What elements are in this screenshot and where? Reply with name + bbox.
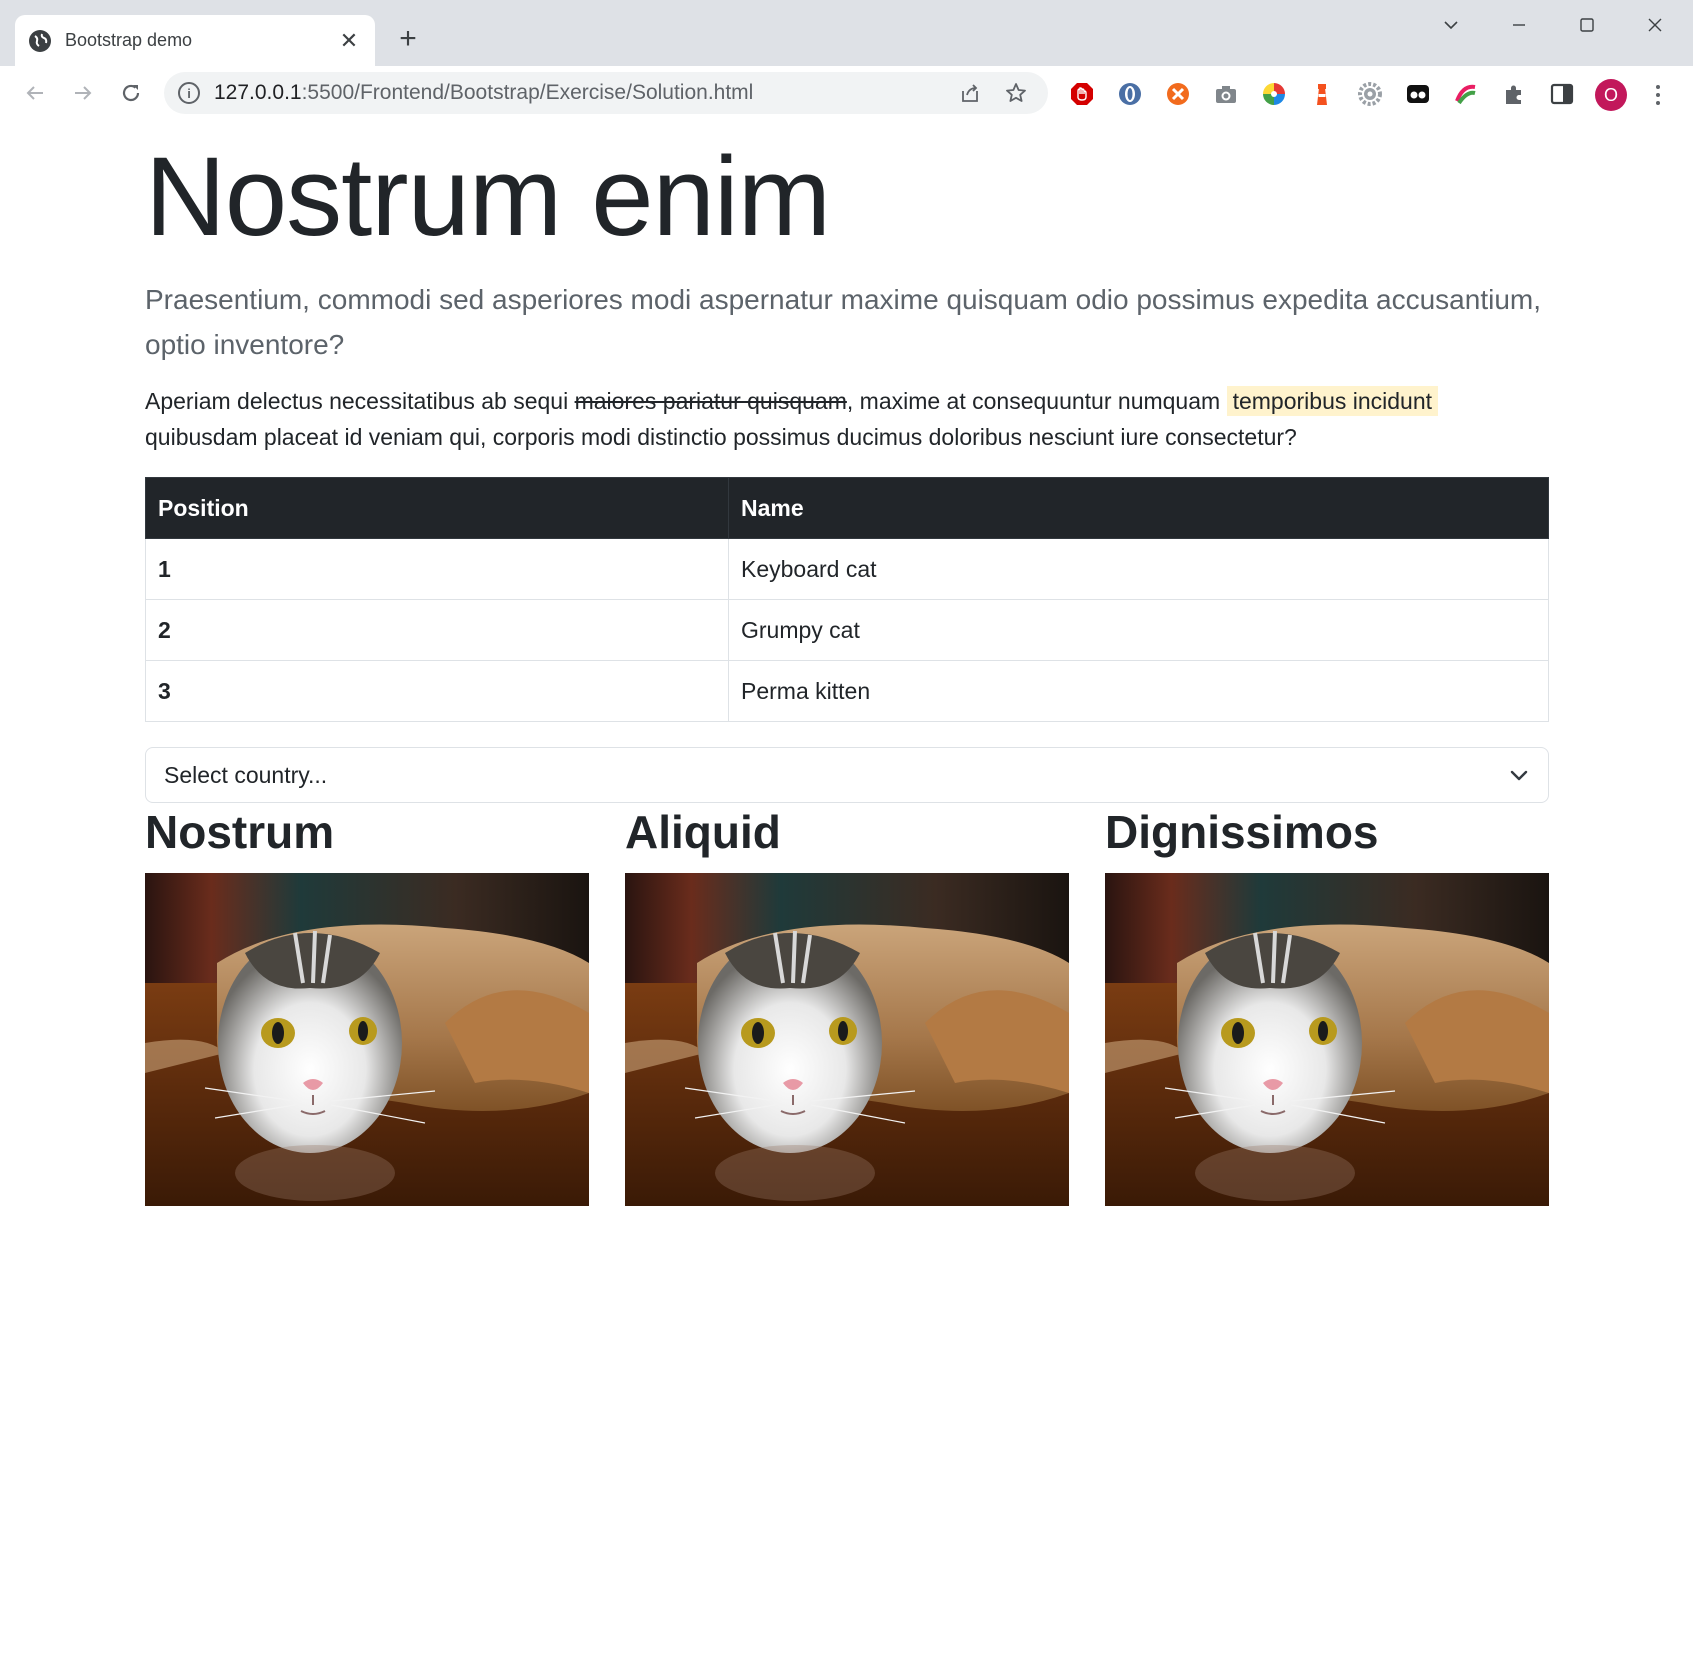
forward-arrow-icon[interactable] bbox=[66, 76, 100, 110]
cat-in-paper-roll-image bbox=[625, 873, 1069, 1207]
tab-search-chevron-icon[interactable] bbox=[1428, 8, 1474, 42]
back-arrow-icon[interactable] bbox=[18, 76, 52, 110]
color-picker-icon[interactable] bbox=[1261, 81, 1287, 107]
close-window-icon[interactable] bbox=[1632, 8, 1678, 42]
paragraph-text-middle: , maxime at consequuntur numquam bbox=[846, 387, 1227, 414]
card-title: Nostrum bbox=[145, 806, 335, 859]
column-header-name: Name bbox=[728, 477, 1549, 540]
tab-bootstrap-demo[interactable]: Bootstrap demo ✕ bbox=[15, 15, 375, 66]
gear-extension-icon[interactable] bbox=[1357, 81, 1383, 107]
address-bar[interactable]: i 127.0.0.1:5500/Frontend/Bootstrap/Exer… bbox=[164, 72, 1048, 114]
column-header-position: Position bbox=[145, 477, 729, 540]
tab-title: Bootstrap demo bbox=[65, 30, 193, 50]
globe-icon bbox=[29, 29, 51, 52]
extensions-puzzle-icon[interactable] bbox=[1501, 81, 1527, 107]
url-path: :5500/Frontend/Bootstrap/Exercise/Soluti… bbox=[301, 81, 754, 104]
site-info-icon[interactable]: i bbox=[178, 82, 200, 104]
new-tab-button[interactable]: + bbox=[393, 22, 423, 55]
tab-strip: Bootstrap demo ✕ + bbox=[0, 0, 1693, 66]
table-row: 1 Keyboard cat bbox=[145, 538, 1549, 601]
card-dignissimos: Dignissimos bbox=[1105, 805, 1549, 1207]
cat-in-paper-roll-image bbox=[1105, 873, 1549, 1207]
table-row: 2 Grumpy cat bbox=[145, 599, 1549, 662]
strikethrough-text: maiores pariatur quisquam bbox=[574, 387, 847, 414]
page-viewport: Nostrum enim Praesentium, commodi sed as… bbox=[0, 121, 1693, 1680]
url-text: 127.0.0.1:5500/Frontend/Bootstrap/Exerci… bbox=[214, 81, 942, 105]
country-select-value: Select country... bbox=[164, 761, 328, 788]
highlighted-text: temporibus incidunt bbox=[1226, 385, 1439, 416]
minimize-icon[interactable] bbox=[1496, 8, 1542, 42]
browser-menu-icon[interactable] bbox=[1646, 79, 1670, 111]
browser-chrome: Bootstrap demo ✕ + i 127.0.0.1:5500/Fron bbox=[0, 0, 1693, 121]
cat-in-paper-roll-image bbox=[145, 873, 589, 1207]
table-header-row: Position Name bbox=[145, 477, 1549, 540]
opera-extension-icon[interactable] bbox=[1117, 81, 1143, 107]
bookmark-star-icon[interactable] bbox=[998, 75, 1034, 111]
page-container: Nostrum enim Praesentium, commodi sed as… bbox=[145, 121, 1549, 1207]
page-title: Nostrum enim bbox=[145, 134, 831, 259]
colorful-extension-icon[interactable] bbox=[1453, 81, 1479, 107]
lighthouse-icon[interactable] bbox=[1309, 81, 1335, 107]
paragraph-text-end: quibusdam placeat id veniam qui, corpori… bbox=[145, 423, 1297, 450]
side-panel-icon[interactable] bbox=[1549, 81, 1575, 107]
card-title: Dignissimos bbox=[1105, 806, 1379, 859]
profile-avatar[interactable]: O bbox=[1595, 79, 1627, 111]
cell-name: Grumpy cat bbox=[728, 599, 1549, 662]
share-icon[interactable] bbox=[952, 75, 988, 111]
camera-icon[interactable] bbox=[1213, 81, 1239, 107]
orange-extension-icon[interactable] bbox=[1165, 81, 1191, 107]
paragraph-text-start: Aperiam delectus necessitatibus ab sequi bbox=[145, 387, 575, 414]
reload-icon[interactable] bbox=[114, 76, 148, 110]
cell-name: Keyboard cat bbox=[728, 538, 1549, 601]
chevron-down-icon bbox=[1510, 771, 1528, 781]
maximize-icon[interactable] bbox=[1564, 8, 1610, 42]
browser-toolbar: i 127.0.0.1:5500/Frontend/Bootstrap/Exer… bbox=[0, 66, 1693, 121]
body-paragraph: Aperiam delectus necessitatibus ab sequi… bbox=[145, 384, 1549, 455]
table-row: 3 Perma kitten bbox=[145, 660, 1549, 723]
adblock-extension-icon[interactable] bbox=[1069, 81, 1095, 107]
url-host: 127.0.0.1 bbox=[214, 81, 302, 104]
cell-position: 1 bbox=[145, 538, 729, 601]
card-nostrum: Nostrum bbox=[145, 805, 589, 1207]
tabs-extension-icon[interactable] bbox=[1405, 81, 1431, 107]
card-title: Aliquid bbox=[625, 806, 781, 859]
cell-name: Perma kitten bbox=[728, 660, 1549, 723]
cell-position: 2 bbox=[145, 599, 729, 662]
cell-position: 3 bbox=[145, 660, 729, 723]
card-aliquid: Aliquid bbox=[625, 805, 1069, 1207]
card-row: Nostrum Aliquid Dignissimos bbox=[145, 805, 1549, 1207]
close-tab-icon[interactable]: ✕ bbox=[337, 28, 361, 53]
cats-table: Position Name 1 Keyboard cat 2 Grumpy ca… bbox=[145, 477, 1549, 723]
country-select[interactable]: Select country... bbox=[145, 747, 1549, 804]
lead-paragraph: Praesentium, commodi sed asperiores modi… bbox=[145, 284, 1541, 361]
